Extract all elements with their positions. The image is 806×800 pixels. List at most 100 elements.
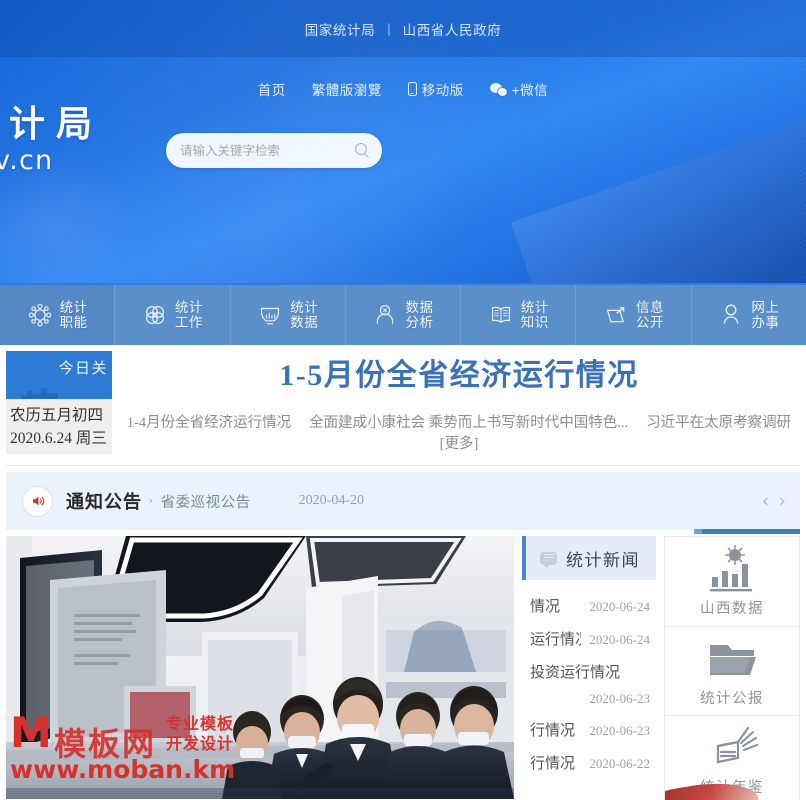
news-title: 投资运行情况	[530, 665, 621, 681]
news-date: 2020-06-23	[589, 723, 650, 738]
nav-online-service-line2: 办事	[751, 315, 780, 330]
quick-links-sidebar: 山西数据 统计公报	[664, 536, 800, 800]
rb-shanxi-data[interactable]: 山西数据	[664, 536, 800, 626]
sub-headline-3[interactable]: 习近平在太原考察调研	[646, 411, 791, 432]
nav-disclosure-line2: 公开	[636, 315, 665, 330]
search-icon[interactable]	[355, 143, 370, 158]
gregorian-date: 2020.6.24 周三	[10, 430, 107, 447]
headline-section: 今日关 农历五月初四 2020.6.24 周三 1-5月份全省经济运行情况 1-…	[0, 345, 806, 472]
today-focus-label: 今日关	[58, 361, 108, 377]
tab-statistics-news-label: 统计新闻	[566, 550, 640, 570]
subnav-home[interactable]: 首页	[258, 79, 286, 99]
next-arrow-icon[interactable]: ›	[778, 491, 786, 511]
nav-functions-label: 统计 职能	[60, 300, 88, 330]
subnav-mobile[interactable]: 移动版	[407, 79, 464, 99]
phone-icon	[407, 82, 417, 96]
news-title: 行情况	[530, 756, 576, 772]
share-arrow-icon	[603, 302, 629, 328]
nav-work-label: 统计 工作	[175, 300, 203, 330]
nav-work-line1: 统计	[174, 299, 203, 315]
nav-disclosure-line1: 信息	[636, 299, 665, 315]
news-panel: 统计新闻 情况 2020-06-24 运行情况 2020-06-24 投资运行情…	[522, 536, 656, 800]
comment-icon	[540, 551, 557, 568]
subnav-traditional[interactable]: 繁體版瀏覽	[312, 79, 382, 99]
sub-headline-1[interactable]: 1-4月份全省经济运行情况	[127, 411, 291, 432]
announcement-nav: ‹ ›	[762, 491, 786, 511]
venn-circles-icon	[142, 302, 168, 328]
nav-analysis-line1: 数据	[405, 299, 434, 315]
sub-headline-2[interactable]: 全面建成小康社会 乘势而上书写新时代中国特色...	[309, 411, 628, 432]
today-focus-badge[interactable]: 今日关	[6, 351, 112, 399]
nav-data[interactable]: 统计 数据	[230, 285, 346, 345]
link-nbs[interactable]: 国家统计局	[305, 19, 376, 39]
nav-knowledge-line2: 知识	[520, 315, 549, 330]
nav-disclosure[interactable]: 信息 公开	[576, 285, 692, 345]
nav-data-line1: 统计	[290, 299, 319, 315]
speaker-icon[interactable]	[22, 485, 53, 517]
page-title[interactable]: 1-5月份全省经济运行情况	[112, 357, 806, 395]
subnav-traditional-label: 繁體版瀏覽	[311, 83, 382, 98]
list-item[interactable]: 情况 2020-06-24	[528, 589, 652, 622]
nav-online-service-line1: 网上	[751, 299, 780, 315]
nav-analysis-line2: 分析	[405, 315, 434, 330]
lunar-date: 农历五月初四	[10, 407, 104, 424]
yearbook-icon	[704, 724, 760, 772]
nav-data-label: 统计 数据	[290, 300, 318, 330]
more-link[interactable]: [更多]	[440, 432, 479, 453]
tab-statistics-news[interactable]: 统计新闻	[526, 536, 656, 580]
prev-arrow-icon[interactable]: ‹	[762, 491, 770, 511]
rb-bulletin-label: 统计公报	[700, 690, 764, 707]
topbar-separator: |	[387, 21, 391, 36]
headline-main: 1-5月份全省经济运行情况 1-4月份全省经济运行情况 全面建成小康社会 乘势而…	[112, 353, 806, 453]
list-item[interactable]: 行情况 2020-06-22	[528, 746, 652, 779]
user-service-icon	[718, 302, 744, 328]
wechat-icon	[489, 82, 507, 96]
network-nodes-icon	[27, 302, 53, 328]
news-date: 2020-06-22	[589, 756, 650, 771]
site-banner: 国家统计局 | 山西省人民政府 首页 繁體版瀏覽 移动版 +微信 西	[0, 0, 806, 283]
rb-yearbook[interactable]: 统计年鉴	[664, 715, 800, 800]
nav-online-service-label: 网上 办事	[751, 300, 779, 330]
link-shanxi-gov[interactable]: 山西省人民政府	[403, 19, 502, 39]
subnav-wechat-label: +微信	[511, 83, 549, 98]
news-title: 情况	[530, 599, 561, 615]
site-logo-title-cn: 西省统计局	[0, 104, 104, 144]
nav-analysis[interactable]: 数据 分析	[345, 285, 462, 345]
site-logo[interactable]: 西省统计局 hanxi.gov.cn	[0, 104, 103, 176]
nav-work-line2: 工作	[174, 315, 203, 330]
list-item[interactable]: 行情况 2020-06-23	[528, 713, 652, 746]
banner-diagonal-shape	[510, 115, 806, 283]
news-date: 2020-06-24	[589, 632, 650, 647]
rb-bulletin[interactable]: 统计公报	[664, 625, 800, 716]
subnav-wechat[interactable]: +微信	[489, 79, 549, 99]
search-input[interactable]	[180, 143, 355, 158]
nav-functions-line1: 统计	[59, 299, 88, 315]
nav-online-service[interactable]: 网上 办事	[691, 285, 806, 345]
feature-photo[interactable]: M 模板网 www.moban.km 专业模板 开发设计	[6, 536, 514, 799]
list-item[interactable]: 投资运行情况 2020-06-23	[528, 655, 652, 713]
announcement-subtitle[interactable]: 省委巡视公告	[161, 491, 251, 512]
announcement-title[interactable]: 通知公告	[66, 488, 142, 514]
nav-analysis-label: 数据 分析	[405, 300, 433, 330]
nav-functions[interactable]: 统计 职能	[0, 285, 116, 345]
news-list: 情况 2020-06-24 运行情况 2020-06-24 投资运行情况 202…	[522, 580, 656, 779]
search-box[interactable]	[166, 133, 382, 168]
news-date: 2020-06-23	[589, 691, 650, 706]
nav-work[interactable]: 统计 工作	[115, 285, 231, 345]
main-navigation: 统计 职能 统计 工作 统计 数据 数据 分析 统计 知识 信息 公开 网上 办…	[0, 283, 806, 345]
nav-knowledge-line1: 统计	[520, 299, 549, 315]
list-item[interactable]: 运行情况 2020-06-24	[528, 622, 652, 655]
folder-icon	[704, 635, 760, 683]
headline-divider	[6, 465, 800, 466]
gov-top-strip: 国家统计局 | 山西省人民政府	[0, 0, 806, 57]
news-title: 行情况	[530, 723, 576, 739]
nav-data-line2: 数据	[290, 315, 319, 330]
announcement-accent-bar	[694, 529, 800, 534]
nav-knowledge[interactable]: 统计 知识	[461, 285, 577, 345]
bar-chart-icon	[257, 302, 283, 328]
chevron-right-icon: ›	[149, 495, 153, 507]
content-row: M 模板网 www.moban.km 专业模板 开发设计 统计新闻 情况 202…	[6, 536, 800, 800]
sub-headlines: 1-4月份全省经济运行情况 全面建成小康社会 乘势而上书写新时代中国特色... …	[112, 411, 806, 453]
site-logo-title-en: hanxi.gov.cn	[0, 145, 54, 177]
news-tab-bar: 统计新闻	[522, 536, 656, 580]
